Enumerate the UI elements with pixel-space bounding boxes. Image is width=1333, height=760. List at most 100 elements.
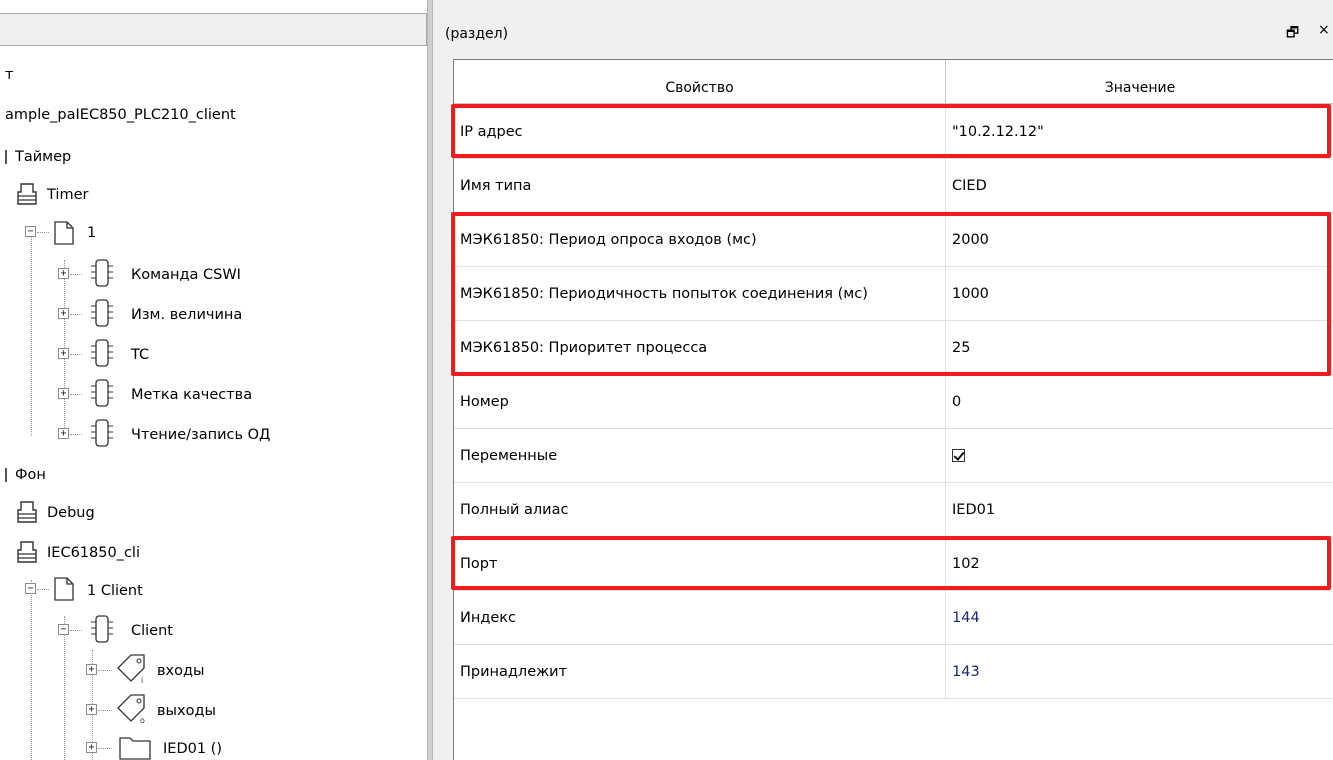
tree-node-label: выходы <box>157 703 216 719</box>
block-icon <box>91 299 113 327</box>
property-name: IP адрес <box>454 105 946 159</box>
tree-node-measured-value[interactable]: Изм. величина <box>131 304 242 326</box>
project-tree-panel: т ample_paIEC850_PLC210_client Таймер Ti… <box>0 0 427 760</box>
properties-panel: (раздел) 🗗 × Свойство Значение IP адрес … <box>433 0 1333 760</box>
tree-node-label: TC <box>131 347 150 363</box>
property-name: Имя типа <box>454 159 946 213</box>
expand-toggle[interactable]: + <box>58 388 69 399</box>
tree-node-timer[interactable]: Timer <box>47 184 88 206</box>
tree-node-cswi[interactable]: Команда CSWI <box>131 264 241 286</box>
block-icon <box>91 339 113 367</box>
tree-node-timer-section[interactable]: Таймер <box>5 146 71 168</box>
property-value[interactable]: 2000 <box>946 213 1333 267</box>
property-value[interactable]: "10.2.12.12" <box>946 105 1333 159</box>
tree-node-debug[interactable]: Debug <box>47 502 95 524</box>
tree-node-label: входы <box>157 663 205 679</box>
property-value[interactable]: 144 <box>946 591 1333 645</box>
tree-node-project[interactable]: ample_paIEC850_PLC210_client <box>5 104 236 126</box>
property-name: Порт <box>454 537 946 591</box>
expand-toggle[interactable]: + <box>58 428 69 439</box>
property-value[interactable]: 0 <box>946 375 1333 429</box>
block-icon <box>91 379 113 407</box>
property-row-full-alias[interactable]: Полный алиас IED01 <box>454 483 1333 537</box>
tree-node-label: Debug <box>47 505 95 521</box>
expand-toggle[interactable]: + <box>58 348 69 359</box>
svg-text:i: i <box>141 676 143 684</box>
property-name: Полный алиас <box>454 483 946 537</box>
property-value[interactable]: 102 <box>946 537 1333 591</box>
tree-node-label: 1 <box>87 225 97 241</box>
tree-node-label: Client <box>131 623 173 639</box>
property-value[interactable]: 143 <box>946 645 1333 699</box>
tree-node-root[interactable]: т <box>5 64 13 86</box>
collapse-toggle[interactable]: − <box>25 226 36 237</box>
collapse-toggle[interactable]: − <box>58 624 69 635</box>
property-row-number[interactable]: Номер 0 <box>454 375 1333 429</box>
property-name: МЭК61850: Периодичность попыток соединен… <box>454 267 946 321</box>
tree-node-iec61850-cli[interactable]: IEC61850_cli <box>47 542 140 564</box>
property-row-ip-address[interactable]: IP адрес "10.2.12.12" <box>454 105 1333 159</box>
tree-node-client[interactable]: Client <box>131 620 173 642</box>
tree-node-label: IEC61850_cli <box>47 545 140 561</box>
property-row-port[interactable]: Порт 102 <box>454 537 1333 591</box>
close-icon[interactable]: × <box>1318 22 1330 38</box>
tree-node-1[interactable]: 1 <box>87 222 96 244</box>
expand-toggle[interactable]: + <box>86 742 97 753</box>
property-name: МЭК61850: Приоритет процесса <box>454 321 946 375</box>
tree-node-label: Фон <box>15 467 46 483</box>
property-value[interactable]: IED01 <box>946 483 1333 537</box>
variables-checkbox[interactable] <box>952 449 965 462</box>
property-value[interactable]: 25 <box>946 321 1333 375</box>
expand-toggle[interactable]: + <box>58 268 69 279</box>
property-row-index[interactable]: Индекс 144 <box>454 591 1333 645</box>
property-name: Номер <box>454 375 946 429</box>
tree-node-outputs[interactable]: выходы <box>157 700 216 722</box>
property-row-reconnect-period[interactable]: МЭК61850: Периодичность попыток соединен… <box>454 267 1333 321</box>
property-row-variables[interactable]: Переменные <box>454 429 1333 483</box>
folder-icon <box>119 737 151 760</box>
tree-node-quality-mark[interactable]: Метка качества <box>131 384 252 406</box>
svg-text:o: o <box>140 716 145 724</box>
tree-node-ied01[interactable]: IED01 () <box>163 738 222 760</box>
tree-node-1-client[interactable]: 1 Client <box>87 580 143 602</box>
block-icon <box>91 419 113 447</box>
tree-node-inputs[interactable]: входы <box>157 660 204 682</box>
tree-panel-header <box>0 13 427 46</box>
panel-title: (раздел) <box>445 26 509 42</box>
float-window-icon[interactable]: 🗗 <box>1286 22 1299 46</box>
tree-node-label: т <box>5 67 14 83</box>
expand-toggle[interactable]: + <box>86 704 97 715</box>
property-name: Принадлежит <box>454 645 946 699</box>
property-grid: Свойство Значение IP адрес "10.2.12.12" … <box>453 59 1333 760</box>
printer-icon <box>17 501 37 523</box>
block-icon <box>91 259 113 287</box>
tag-icon: o <box>117 694 145 724</box>
expand-toggle[interactable]: + <box>58 308 69 319</box>
tree-node-label: ample_paIEC850_PLC210_client <box>5 107 236 123</box>
column-header-value[interactable]: Значение <box>946 60 1333 104</box>
property-name: МЭК61850: Период опроса входов (мс) <box>454 213 946 267</box>
property-row-process-priority[interactable]: МЭК61850: Приоритет процесса 25 <box>454 321 1333 375</box>
tree-node-label: Команда CSWI <box>131 267 241 283</box>
tree-node-label: 1 Client <box>87 583 143 599</box>
section-bar-icon <box>5 150 7 164</box>
property-row-owner[interactable]: Принадлежит 143 <box>454 645 1333 699</box>
property-name: Переменные <box>454 429 946 483</box>
column-header-property[interactable]: Свойство <box>454 60 946 104</box>
collapse-toggle[interactable]: − <box>25 583 36 594</box>
tree-node-label: Таймер <box>15 149 72 165</box>
printer-icon <box>17 541 37 563</box>
expand-toggle[interactable]: + <box>86 664 97 675</box>
tree-node-read-write[interactable]: Чтение/запись ОД <box>131 424 270 446</box>
page-icon <box>54 221 74 245</box>
property-row-type-name[interactable]: Имя типа CIED <box>454 159 1333 213</box>
tree-node-label: Метка качества <box>131 387 253 403</box>
property-value[interactable]: 1000 <box>946 267 1333 321</box>
property-name: Индекс <box>454 591 946 645</box>
tree-node-tc[interactable]: TC <box>131 344 149 366</box>
property-value[interactable]: CIED <box>946 159 1333 213</box>
tree-node-label: Чтение/запись ОД <box>131 427 271 443</box>
property-value[interactable] <box>946 429 1333 483</box>
property-row-poll-period[interactable]: МЭК61850: Период опроса входов (мс) 2000 <box>454 213 1333 267</box>
tree-node-background-section[interactable]: Фон <box>5 464 46 486</box>
